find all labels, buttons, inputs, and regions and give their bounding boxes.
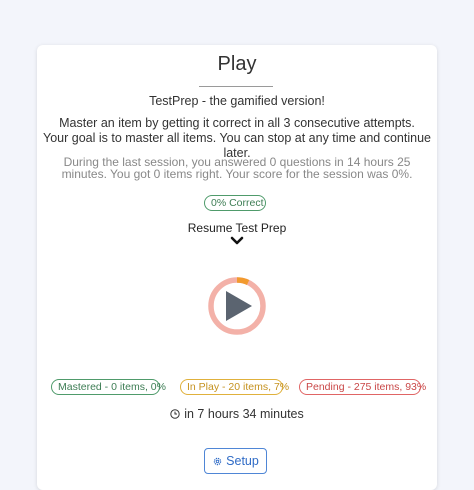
gear-icon <box>213 457 222 465</box>
setup-button[interactable]: Setup <box>204 448 267 474</box>
setup-label: Setup <box>226 454 259 468</box>
session-line-2: minutes. You got 0 items right. Your sco… <box>61 167 413 181</box>
next-session-timer: in 7 hours 34 minutes <box>37 407 437 421</box>
pending-badge: Pending - 275 items, 93% <box>299 379 426 395</box>
mastered-badge: Mastered - 0 items, 0% <box>51 379 166 395</box>
in-play-badge: In Play - 20 items, 7% <box>180 379 289 395</box>
play-card: Play TestPrep - the gamified version! Ma… <box>37 45 437 490</box>
correct-badge: 0% Correct <box>204 195 266 211</box>
instructions-line-1: Master an item by getting it correct in … <box>59 116 415 130</box>
clock-icon <box>170 409 180 419</box>
page-title: Play <box>217 53 257 75</box>
play-icon <box>226 291 252 321</box>
resume-test-prep-link[interactable]: Resume Test Prep <box>37 221 437 235</box>
play-button[interactable] <box>207 276 267 336</box>
timer-text: in 7 hours 34 minutes <box>184 407 304 421</box>
chevron-down-icon[interactable] <box>230 236 244 246</box>
page-subtitle: TestPrep - the gamified version! <box>149 94 325 108</box>
last-session-summary: During the last session, you answered 0 … <box>55 156 419 180</box>
title-divider <box>199 86 273 87</box>
